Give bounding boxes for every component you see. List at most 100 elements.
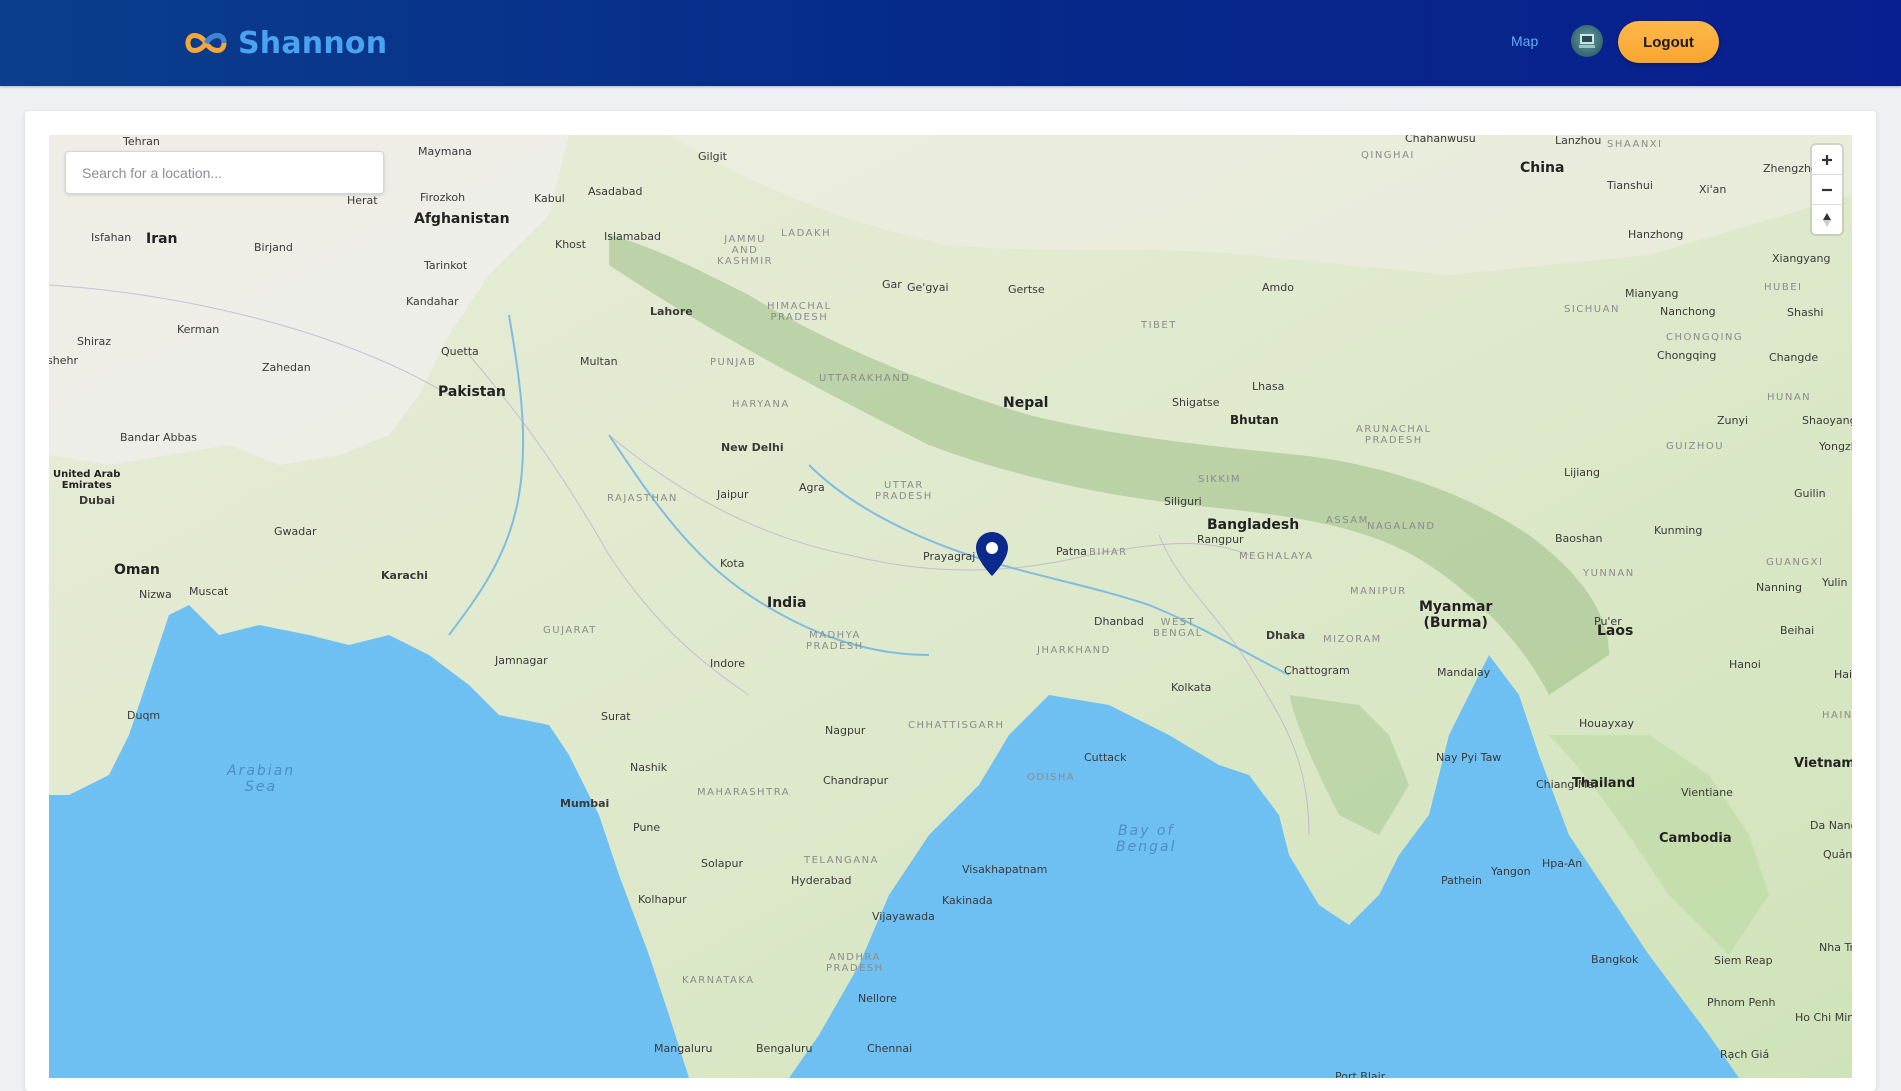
zoom-out-button[interactable] — [1812, 175, 1842, 205]
city-label: Indore — [710, 657, 745, 670]
region-label: MEGHALAYA — [1239, 551, 1314, 562]
city-label: Asadabad — [588, 185, 643, 198]
region-label-line: PRADESH — [875, 491, 933, 502]
city-label: Tianshui — [1607, 179, 1653, 192]
region-label-line: KASHMIR — [717, 256, 774, 267]
city-label: Duqm — [127, 709, 161, 722]
plus-icon — [1822, 154, 1832, 165]
city-label: Chennai — [867, 1042, 913, 1055]
region-label-line: UTTAR — [883, 480, 924, 491]
city-label: Houayxay — [1579, 717, 1634, 730]
region-label: CHONGQING — [1666, 332, 1744, 343]
city-label: Dhaka — [1266, 629, 1306, 642]
map-pin-icon[interactable] — [975, 531, 1009, 577]
region-label: KARNATAKA — [682, 975, 755, 986]
city-label: Yangon — [1491, 865, 1531, 878]
region-label: TIBET — [1141, 320, 1177, 331]
city-label: Mandalay — [1437, 666, 1491, 679]
region-label: GUIZHOU — [1666, 441, 1725, 452]
city-label: Pune — [633, 821, 661, 834]
city-label: Muscat — [189, 585, 229, 598]
city-label: Gwadar — [274, 525, 317, 538]
sea-label-line: Sea — [245, 779, 278, 795]
country-label-line: United Arab — [53, 469, 121, 480]
city-label: Phnom Penh — [1707, 996, 1776, 1009]
zoom-in-button[interactable] — [1812, 145, 1842, 175]
app-name: Shannon — [238, 25, 388, 61]
logout-button[interactable]: Logout — [1618, 21, 1719, 63]
region-label: RAJASTHAN — [607, 493, 678, 504]
city-label: Solapur — [701, 857, 743, 870]
minus-icon — [1822, 188, 1832, 191]
country-label: Myanmar (Burma) — [1419, 599, 1492, 631]
city-label: Dhanbad — [1094, 615, 1144, 628]
city-label: Lijiang — [1564, 466, 1600, 479]
compass-icon — [1823, 212, 1831, 227]
nav-link-map[interactable]: Map — [1511, 33, 1538, 49]
country-label: India — [767, 595, 807, 611]
region-label: ARUNACHAL PRADESH — [1356, 424, 1432, 446]
city-label: Xiangyang — [1772, 252, 1831, 265]
region-label-line: ARUNACHAL — [1356, 424, 1432, 435]
city-label: Tehran — [123, 135, 160, 148]
region-label-line: MADHYA — [808, 630, 861, 641]
city-label: Jamnagar — [495, 654, 548, 667]
region-label: HIMACHAL PRADESH — [767, 301, 832, 323]
city-label: Firozkoh — [420, 191, 466, 204]
sea-label-line: Bay of — [1118, 823, 1175, 839]
city-label: Nanning — [1756, 581, 1802, 594]
city-label: Zunyi — [1717, 414, 1749, 427]
region-label: BIHAR — [1089, 547, 1128, 558]
reset-north-button[interactable] — [1812, 205, 1842, 234]
city-label: Patna — [1056, 545, 1087, 558]
region-label-line: PRADESH — [770, 312, 829, 323]
city-label: Ho Chi Minh — [1795, 1011, 1852, 1024]
city-label: shehr — [49, 354, 78, 367]
country-label-line: Emirates — [61, 480, 112, 491]
region-label: SHAANXI — [1607, 139, 1663, 150]
region-label: JHARKHAND — [1037, 645, 1111, 656]
top-navbar: Shannon Map Logout — [0, 0, 1901, 86]
region-label: MANIPUR — [1350, 586, 1407, 597]
brand[interactable]: Shannon — [184, 20, 387, 66]
city-label: Nay Pyi Taw — [1436, 751, 1502, 764]
user-avatar[interactable] — [1571, 25, 1603, 57]
city-label: Zahedan — [262, 361, 311, 374]
region-label: CHHATTISGARH — [908, 720, 1005, 731]
city-label: Da Nang — [1810, 819, 1852, 832]
city-label: Hanoi — [1729, 658, 1761, 671]
map-canvas[interactable]: Arabian Sea Bay of Bengal China Afghanis… — [49, 135, 1852, 1078]
region-label: ANDHRA PRADESH — [826, 952, 884, 974]
city-label: Vijayawada — [872, 910, 935, 923]
city-label: Beihai — [1780, 624, 1815, 637]
city-label: Quetta — [441, 345, 479, 358]
region-label: YUNNAN — [1583, 568, 1635, 579]
city-label: Amdo — [1262, 281, 1294, 294]
city-label: Jaipur — [717, 488, 749, 501]
country-label: Bangladesh — [1207, 517, 1300, 533]
city-label: Ge'gyai — [907, 281, 949, 294]
country-label: Iran — [146, 231, 178, 247]
city-label: Shashi — [1787, 306, 1824, 319]
city-label: Zhengzho — [1763, 162, 1818, 175]
city-label: Guilin — [1794, 487, 1826, 500]
city-label: Mumbai — [560, 797, 610, 810]
city-label: Siliguri — [1164, 495, 1202, 508]
country-label-line: (Burma) — [1423, 615, 1488, 631]
sea-label-line: Arabian — [227, 763, 296, 779]
region-label: PUNJAB — [710, 357, 757, 368]
country-label-line: Myanmar — [1419, 599, 1493, 615]
region-label-line: JAMMU — [724, 234, 766, 245]
city-label: Chongqing — [1657, 349, 1717, 362]
region-label-line: ANDHRA — [828, 952, 881, 963]
zoom-controls — [1812, 145, 1842, 234]
city-label: Bengaluru — [756, 1042, 813, 1055]
city-label: Gar — [882, 278, 902, 291]
city-label: Port Blair — [1335, 1070, 1386, 1078]
region-label: MIZORAM — [1323, 634, 1382, 645]
region-label: HUNAN — [1767, 392, 1812, 403]
city-label: Herat — [347, 194, 378, 207]
city-label: Chandrapur — [823, 774, 889, 787]
city-label: Mangaluru — [654, 1042, 713, 1055]
location-search-input[interactable] — [65, 151, 384, 194]
